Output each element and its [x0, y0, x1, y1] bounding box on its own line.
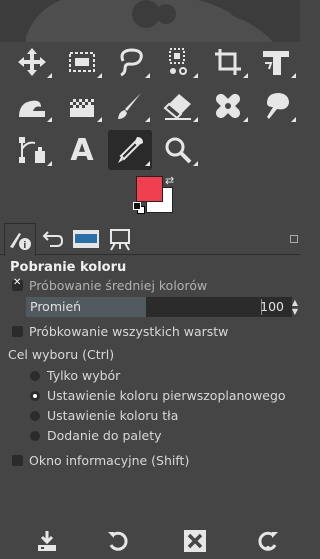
tab-tool-options[interactable]: i	[4, 223, 36, 256]
radio-selection-only-button[interactable]	[30, 370, 40, 381]
color-picker-icon	[118, 137, 143, 163]
move-tool-button[interactable]	[10, 42, 54, 82]
heal-icon	[215, 93, 241, 119]
rect-select-icon	[69, 52, 95, 72]
sample-merged-label: Próbkowanie wszystkich warstw	[29, 324, 229, 339]
sample-merged-checkbox[interactable]	[12, 326, 23, 337]
radio-add-to-palette[interactable]: Dodanie do palety	[30, 428, 162, 443]
radio-set-background[interactable]: Ustawienie koloru tła	[30, 408, 178, 423]
text-tool-icon: A	[70, 132, 94, 168]
smudge-tool-button[interactable]	[254, 86, 298, 126]
brushes-icon	[73, 230, 99, 248]
reset-options-button[interactable]	[253, 526, 283, 556]
target-group-label: Cel wyboru (Ctrl)	[8, 347, 115, 362]
move-icon	[18, 48, 46, 76]
fuzzy-select-tool-button[interactable]	[156, 42, 200, 82]
save-options-button[interactable]	[32, 526, 62, 556]
restore-options-button[interactable]	[103, 526, 133, 556]
radio-label: Dodanie do palety	[47, 428, 162, 443]
warp-transform-icon	[19, 100, 45, 117]
free-select-icon	[120, 48, 143, 77]
swap-colors-icon[interactable]: ⇄	[165, 174, 174, 187]
radio-label: Ustawienie koloru pierwszoplanowego	[47, 388, 286, 403]
paths-tool-button[interactable]	[10, 130, 54, 170]
radio-set-foreground-button[interactable]	[30, 390, 40, 401]
tool-options-title: Pobranie koloru	[10, 260, 127, 275]
radius-spinscale[interactable]: Promień 100 ▲ ▼	[26, 297, 298, 317]
tab-menu-icon[interactable]	[290, 235, 298, 243]
free-select-tool-button[interactable]	[108, 42, 152, 82]
radio-label: Tylko wybór	[47, 368, 121, 383]
color-picker-tool-button[interactable]	[108, 130, 152, 170]
warp-tool-button[interactable]	[10, 86, 54, 126]
sample-merged-option[interactable]: Próbkowanie wszystkich warstw	[12, 324, 228, 339]
text-tool-button[interactable]: A	[60, 130, 104, 170]
sample-average-label: Próbowanie średniej kolorów	[29, 278, 208, 293]
default-colors-icon[interactable]	[133, 202, 145, 214]
tab-images[interactable]	[104, 223, 136, 255]
sample-average-checkbox[interactable]	[12, 277, 23, 291]
tool-options-panel: Pobranie koloru Próbowanie średniej kolo…	[0, 256, 300, 511]
info-window-label: Okno informacyjne (Shift)	[29, 453, 190, 468]
paintbrush-tool-button[interactable]	[108, 86, 152, 126]
radio-add-to-palette-button[interactable]	[30, 430, 40, 441]
delete-options-button[interactable]	[180, 526, 210, 556]
info-window-option[interactable]: Okno informacyjne (Shift)	[12, 453, 189, 468]
paths-icon	[19, 137, 45, 163]
gradient-tool-button[interactable]	[60, 86, 104, 126]
radio-set-foreground[interactable]: Ustawienie koloru pierwszoplanowego	[30, 388, 286, 403]
radius-stepper-icon[interactable]: ▲ ▼	[292, 298, 298, 316]
eraser-tool-button[interactable]	[156, 86, 200, 126]
info-window-checkbox[interactable]	[12, 455, 23, 466]
gradient-icon	[70, 99, 94, 117]
reset-options-icon	[258, 531, 278, 551]
radio-set-background-button[interactable]	[30, 410, 40, 421]
undo-history-icon	[42, 231, 64, 247]
zoom-icon	[165, 137, 192, 164]
save-options-icon	[38, 531, 56, 551]
eraser-icon	[163, 94, 191, 120]
heal-tool-button[interactable]	[206, 86, 250, 126]
radio-label: Ustawienie koloru tła	[47, 408, 179, 423]
radius-label: Promień	[30, 299, 82, 314]
delete-options-icon	[184, 530, 206, 552]
radio-selection-only[interactable]: Tylko wybór	[30, 368, 120, 383]
wilber-header	[0, 0, 300, 42]
dock-tabs: i	[0, 223, 300, 256]
unified-transform-icon	[263, 51, 289, 75]
crop-tool-button[interactable]	[206, 42, 250, 82]
svg-text:i: i	[23, 241, 26, 251]
images-icon	[110, 229, 130, 251]
transform-tool-button[interactable]	[254, 42, 298, 82]
tab-undo-history[interactable]	[38, 223, 68, 255]
sample-average-option[interactable]: Próbowanie średniej kolorów	[12, 277, 208, 293]
foreground-color-swatch[interactable]	[136, 176, 163, 202]
tab-brushes[interactable]	[70, 223, 102, 255]
fuzzy-select-icon	[169, 48, 187, 75]
tool-options-bottom-bar	[0, 522, 300, 559]
wilber-logo-icon	[26, 0, 286, 42]
crop-icon	[215, 49, 241, 75]
fg-bg-color-area: ⇄	[133, 174, 180, 216]
paintbrush-icon	[118, 93, 141, 119]
rect-select-tool-button[interactable]	[60, 42, 104, 82]
restore-options-icon	[108, 531, 128, 551]
tool-options-icon: i	[10, 233, 31, 251]
zoom-tool-button[interactable]	[156, 130, 200, 170]
radius-value[interactable]: 100	[260, 299, 284, 314]
smudge-icon	[267, 93, 289, 119]
